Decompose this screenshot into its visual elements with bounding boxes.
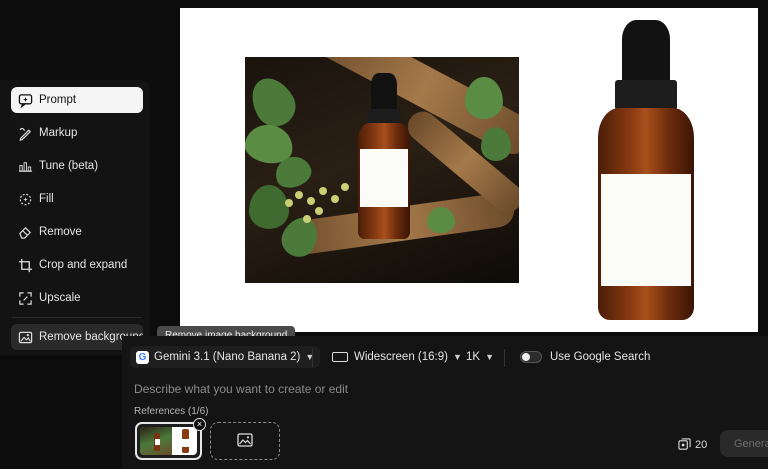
model-selector[interactable]: G Gemini 3.1 (Nano Banana 2) ▼ [130, 346, 321, 368]
chevron-down-icon: ▼ [485, 352, 494, 362]
tool-prompt[interactable]: Prompt [11, 87, 143, 113]
tool-upscale[interactable]: Upscale [11, 285, 143, 311]
composite-product-photo[interactable] [245, 57, 519, 283]
separator [312, 349, 313, 367]
generate-label: Generate [734, 437, 768, 450]
upscale-icon [18, 291, 33, 306]
separator [504, 349, 505, 367]
model-label: Gemini 3.1 (Nano Banana 2) [154, 351, 301, 363]
credits-count: 20 [695, 438, 708, 451]
tool-label: Crop and expand [39, 259, 128, 271]
fill-icon [18, 192, 33, 207]
aspect-selector[interactable]: Widescreen (16:9) ▼ [326, 346, 468, 368]
tune-icon [18, 159, 33, 174]
tool-label: Upscale [39, 292, 81, 304]
crop-icon [18, 258, 33, 273]
remove-reference-icon[interactable]: × [193, 418, 206, 431]
remove-icon [18, 225, 33, 240]
tool-crop-expand[interactable]: Crop and expand [11, 252, 143, 278]
references-label: References (1/6) [134, 406, 209, 417]
aspect-ratio-icon [332, 352, 348, 362]
google-icon: G [136, 350, 149, 364]
tool-divider [12, 317, 142, 318]
google-search-label: Use Google Search [550, 351, 651, 363]
resolution-label: 1K [466, 351, 481, 363]
tool-label: Prompt [39, 94, 77, 106]
generate-button[interactable]: Generate [720, 430, 768, 457]
tool-label: Remove [39, 226, 82, 238]
tool-tune[interactable]: Tune (beta) [11, 153, 143, 179]
prompt-bar: G Gemini 3.1 (Nano Banana 2) ▼ Widescree… [122, 336, 768, 469]
image-canvas[interactable] [180, 8, 758, 332]
tool-panel: Prompt Markup Tune (beta) Fill Remove Cr… [0, 80, 150, 355]
prompt-input[interactable] [134, 380, 694, 398]
tool-markup[interactable]: Markup [11, 120, 143, 146]
toggle-switch[interactable] [520, 351, 542, 363]
credits-icon [678, 438, 691, 450]
tool-label: Fill [39, 193, 54, 205]
add-reference-button[interactable] [210, 422, 280, 460]
tool-label: Markup [39, 127, 78, 139]
tool-remove[interactable]: Remove [11, 219, 143, 245]
reference-thumbnail[interactable]: × [135, 418, 206, 460]
markup-icon [18, 126, 33, 141]
resolution-selector[interactable]: 1K ▼ [460, 346, 500, 368]
image-add-icon [237, 432, 253, 450]
google-search-toggle[interactable]: Use Google Search [514, 346, 656, 368]
credits-indicator: 20 [678, 438, 707, 451]
remove-background-icon [18, 330, 33, 345]
product-bottle-image[interactable] [598, 20, 694, 320]
reference-image [140, 427, 197, 455]
aspect-label: Widescreen (16:9) [354, 351, 448, 363]
tool-fill[interactable]: Fill [11, 186, 143, 212]
tool-label: Tune (beta) [39, 160, 99, 172]
prompt-icon [18, 93, 33, 108]
